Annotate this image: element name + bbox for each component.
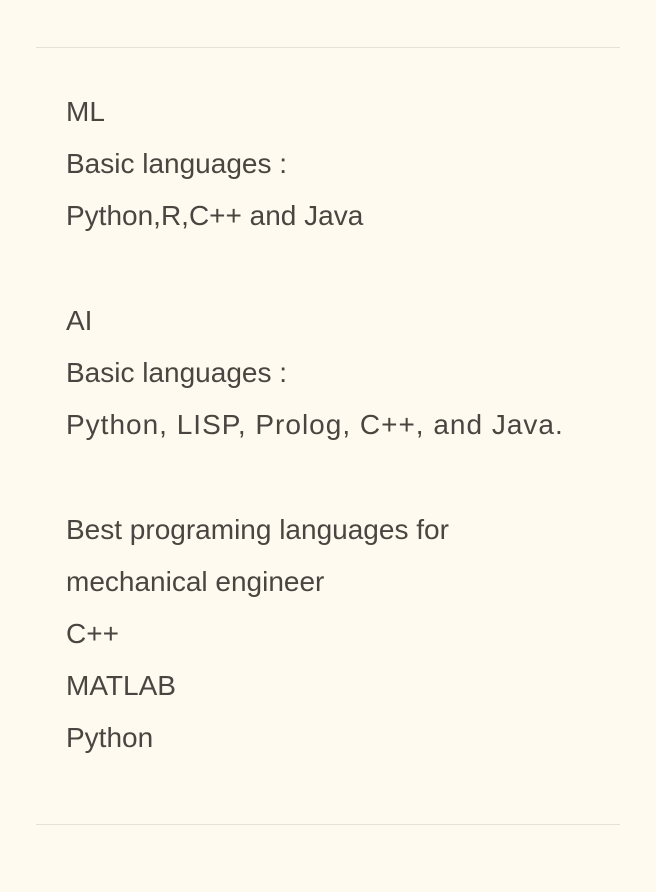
top-divider [36, 47, 620, 48]
note-body[interactable]: ML Basic languages : Python,R,C++ and Ja… [66, 86, 606, 764]
mech-heading-line-2: mechanical engineer [66, 565, 325, 597]
mech-heading-line-1: Best programing languages for [66, 513, 449, 545]
ml-languages: Python,R,C++ and Java [66, 200, 364, 232]
mech-language-item: C++ [66, 617, 119, 649]
ai-heading: AI [66, 304, 93, 336]
ml-heading: ML [66, 96, 105, 127]
ai-languages: Python, LISP, Prolog, C++, and Java. [66, 409, 564, 441]
note-page: ML Basic languages : Python,R,C++ and Ja… [0, 0, 656, 892]
ml-basic-languages-label: Basic languages : [66, 148, 288, 180]
ai-basic-languages-label: Basic languages : [66, 356, 288, 388]
mech-language-item: Python [66, 722, 154, 754]
mech-language-item: MATLAB [66, 670, 176, 702]
bottom-divider [36, 824, 620, 825]
